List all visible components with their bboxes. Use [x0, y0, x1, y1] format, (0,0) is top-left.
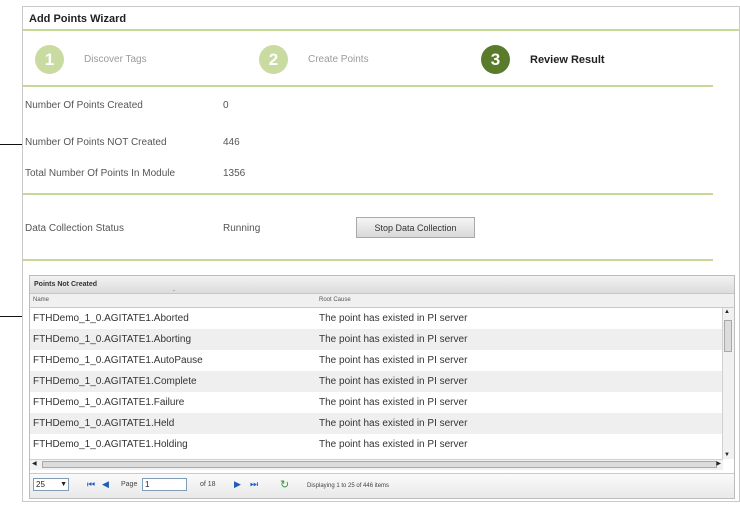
table-row[interactable]: FTHDemo_1_0.AGITATE1.Holding The point ha… [30, 434, 723, 455]
chevron-down-icon: ▼ [60, 481, 67, 488]
step-number: 2 [259, 45, 288, 74]
cell-root-cause: The point has existed in PI server [319, 355, 468, 366]
last-page-icon[interactable]: ⏭ [250, 479, 258, 490]
display-info: Displaying 1 to 25 of 446 items [307, 483, 390, 489]
refresh-icon[interactable]: ↻ [280, 478, 289, 491]
step-label: Discover Tags [84, 54, 147, 65]
wizard-panel: Add Points Wizard 1 Discover Tags 2 Crea… [22, 6, 740, 502]
cell-name: FTHDemo_1_0.AGITATE1.Aborted [33, 313, 189, 324]
page-size-select[interactable]: 25 ▼ [33, 478, 69, 491]
callout-line [0, 316, 22, 317]
table-row[interactable]: FTHDemo_1_0.AGITATE1.Held The point has e… [30, 413, 723, 434]
cell-root-cause: The point has existed in PI server [319, 334, 468, 345]
step-review-result[interactable]: 3 Review Result [481, 45, 605, 74]
scroll-up-icon[interactable]: ▲ [724, 309, 730, 315]
points-created-label: Number Of Points Created [25, 100, 143, 111]
cell-root-cause: The point has existed in PI server [319, 397, 468, 408]
divider [23, 85, 713, 87]
total-points-value: 1356 [223, 168, 246, 179]
points-not-created-label: Number Of Points NOT Created [25, 137, 167, 148]
table-row[interactable]: FTHDemo_1_0.AGITATE1.Aborting The point h… [30, 329, 723, 350]
cell-root-cause: The point has existed in PI server [319, 376, 468, 387]
scroll-thumb[interactable] [724, 320, 732, 352]
divider [23, 259, 713, 261]
table-row[interactable]: FTHDemo_1_0.AGITATE1.Complete The point h… [30, 371, 723, 392]
page-size-value: 25 [36, 480, 45, 489]
grid-title: Points Not Created [30, 276, 734, 294]
scroll-thumb[interactable] [42, 461, 717, 468]
cell-root-cause: The point has existed in PI server [319, 418, 468, 429]
step-label: Create Points [308, 54, 369, 65]
divider [23, 29, 739, 31]
points-not-created-value: 446 [223, 137, 240, 148]
points-created-value: 0 [223, 100, 229, 111]
points-not-created-grid: Points Not Created Name ˆ Root Cause FTH… [29, 275, 735, 499]
cell-name: FTHDemo_1_0.AGITATE1.Failure [33, 397, 185, 408]
grid-rows: FTHDemo_1_0.AGITATE1.Aborted The point ha… [30, 308, 723, 457]
cell-name: FTHDemo_1_0.AGITATE1.Held [33, 418, 175, 429]
step-number: 1 [35, 45, 64, 74]
table-row[interactable]: FTHDemo_1_0.AGITATE1.Failure The point ha… [30, 392, 723, 413]
column-header-root-cause[interactable]: Root Cause [319, 297, 351, 303]
wizard-steps: 1 Discover Tags 2 Create Points 3 Review… [23, 41, 739, 81]
step-label: Review Result [530, 53, 605, 66]
cell-name: FTHDemo_1_0.AGITATE1.AutoPause [33, 355, 203, 366]
cell-name: FTHDemo_1_0.AGITATE1.Aborting [33, 334, 192, 345]
sort-indicator-icon: ˆ [173, 291, 175, 297]
first-page-icon[interactable]: ⏮ [87, 479, 95, 490]
wizard-title: Add Points Wizard [29, 13, 127, 25]
next-page-icon[interactable]: ▶ [234, 479, 241, 490]
pagination-toolbar: 25 ▼ ⏮ ◀ Page 1 of 18 ▶ ⏭ ↻ Displaying 1… [30, 473, 734, 498]
total-points-label: Total Number Of Points In Module [25, 168, 176, 179]
scroll-left-icon[interactable]: ◀ [32, 460, 37, 467]
cell-root-cause: The point has existed in PI server [319, 439, 468, 450]
step-create-points[interactable]: 2 Create Points [259, 45, 369, 74]
scroll-right-icon[interactable]: ▶ [716, 460, 721, 467]
cell-root-cause: The point has existed in PI server [319, 313, 468, 324]
divider [23, 193, 713, 195]
callout-line [0, 144, 22, 145]
collection-status-label: Data Collection Status [25, 223, 124, 234]
cell-name: FTHDemo_1_0.AGITATE1.Complete [33, 376, 197, 387]
stop-data-collection-button[interactable]: Stop Data Collection [356, 217, 475, 238]
column-header-name[interactable]: Name [33, 297, 49, 303]
cell-name: FTHDemo_1_0.AGITATE1.Holding [33, 439, 188, 450]
page-count: of 18 [200, 481, 216, 488]
vertical-scrollbar[interactable]: ▲ ▼ [722, 308, 734, 459]
collection-status-value: Running [223, 223, 261, 234]
page-number-input[interactable]: 1 [142, 478, 187, 491]
table-row[interactable]: FTHDemo_1_0.AGITATE1.Aborted The point ha… [30, 308, 723, 329]
horizontal-scrollbar[interactable]: ◀ ▶ [30, 459, 723, 470]
step-number: 3 [481, 45, 510, 74]
previous-page-icon[interactable]: ◀ [102, 479, 109, 490]
grid-header: Name ˆ Root Cause [30, 291, 734, 308]
step-discover-tags[interactable]: 1 Discover Tags [35, 45, 147, 74]
table-row[interactable]: FTHDemo_1_0.AGITATE1.AutoPause The point … [30, 350, 723, 371]
scroll-down-icon[interactable]: ▼ [724, 452, 730, 458]
page-label: Page [121, 481, 138, 488]
